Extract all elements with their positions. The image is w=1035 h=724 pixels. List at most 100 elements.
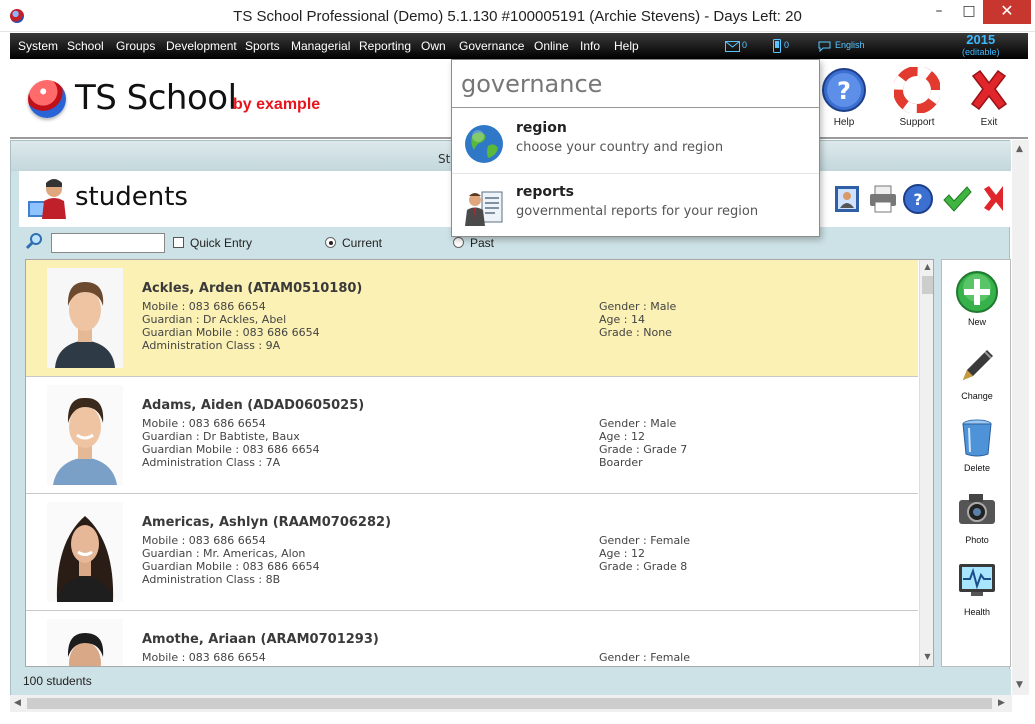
mail-icon[interactable] <box>725 41 740 52</box>
page-title: students <box>75 182 188 212</box>
student-guardian: Guardian : Mr. Americas, Alon <box>142 547 306 560</box>
printer-icon[interactable] <box>867 183 899 215</box>
student-mobile: Mobile : 083 686 6654 <box>142 417 266 430</box>
year-value: 2015 <box>966 32 996 47</box>
quick-entry-label: Quick Entry <box>190 236 253 250</box>
window-vertical-scrollbar[interactable]: ▲ ▼ <box>1012 140 1029 695</box>
student-row[interactable]: Americas, Ashlyn (RAAM0706282) Mobile : … <box>26 494 918 611</box>
student-guardian-mobile: Guardian Mobile : 083 686 6654 <box>142 326 320 339</box>
cancel-x-icon[interactable] <box>981 183 1003 215</box>
chat-icon[interactable] <box>818 41 831 52</box>
reports-title: reports <box>516 184 574 200</box>
student-boarder: Boarder <box>599 456 643 469</box>
dropdown-item-reports[interactable]: reports governmental reports for your re… <box>452 173 819 235</box>
search-icon <box>25 233 42 250</box>
support-button[interactable]: Support <box>887 67 947 128</box>
checkmark-icon[interactable] <box>941 183 973 215</box>
student-row[interactable]: Ackles, Arden (ATAM0510180) Mobile : 083… <box>26 260 918 377</box>
past-label: Past <box>470 236 495 250</box>
menu-own[interactable]: Own <box>421 39 446 53</box>
menu-groups[interactable]: Groups <box>116 39 155 53</box>
photo-label: Photo <box>965 535 989 545</box>
region-title: region <box>516 120 567 136</box>
horizontal-scroll-thumb[interactable] <box>27 698 992 709</box>
menu-development[interactable]: Development <box>166 39 237 53</box>
delete-button[interactable]: Delete <box>942 416 1012 473</box>
student-age: Age : 12 <box>599 547 645 560</box>
menu-help[interactable]: Help <box>614 39 639 53</box>
menu-governance[interactable]: Governance <box>459 39 524 53</box>
health-button[interactable]: Health <box>942 560 1012 617</box>
outer-scroll-left-icon[interactable]: ◀ <box>14 698 21 708</box>
dropdown-title: governance <box>461 70 603 98</box>
health-label: Health <box>963 607 990 617</box>
status-bar: 100 students <box>11 669 1011 695</box>
student-row[interactable]: Adams, Aiden (ADAD0605025) Mobile : 083 … <box>26 377 918 494</box>
current-radio[interactable] <box>325 237 336 248</box>
student-grade: Grade : Grade 7 <box>599 443 688 456</box>
student-row[interactable]: Amothe, Ariaan (ARAM0701293) Mobile : 08… <box>26 611 918 666</box>
actions-panel: New Change Delete Photo Health <box>941 259 1011 667</box>
outer-scroll-right-icon[interactable]: ▶ <box>998 698 1005 708</box>
minimize-button[interactable]: – <box>924 0 954 24</box>
scroll-up-arrow-icon[interactable]: ▲ <box>920 262 933 271</box>
phone-icon[interactable] <box>773 39 781 53</box>
globe-icon <box>465 125 503 163</box>
student-count: 100 students <box>23 674 92 688</box>
photo-album-icon[interactable] <box>831 183 863 215</box>
governance-dropdown: governance region choose your country an… <box>451 59 820 237</box>
lifebuoy-icon <box>894 67 940 113</box>
menu-info[interactable]: Info <box>580 39 600 53</box>
reports-icon <box>465 191 503 226</box>
quick-entry-checkbox[interactable] <box>173 237 184 248</box>
search-input[interactable] <box>51 233 165 253</box>
student-age: Age : 12 <box>599 430 645 443</box>
menu-online[interactable]: Online <box>534 39 569 53</box>
new-button[interactable]: New <box>942 270 1012 327</box>
menu-sports[interactable]: Sports <box>245 39 280 53</box>
photo-button[interactable]: Photo <box>942 488 1012 545</box>
logo-text: TS School <box>75 78 237 118</box>
outer-scroll-up-icon[interactable]: ▲ <box>1016 144 1023 154</box>
student-gender: Gender : Male <box>599 300 677 313</box>
student-stats: Gender : Male Age : 14 Grade : None <box>599 300 676 339</box>
list-scroll-thumb[interactable] <box>922 276 933 294</box>
exit-x-icon <box>970 69 1008 111</box>
student-class: Administration Class : 7A <box>142 456 281 469</box>
help-button[interactable]: ? Help <box>814 67 874 128</box>
student-guardian: Guardian : Dr Babtiste, Baux <box>142 430 300 443</box>
student-name: Americas, Ashlyn (RAAM0706282) <box>142 515 392 530</box>
change-button[interactable]: Change <box>942 344 1012 401</box>
student-grade: Grade : Grade 8 <box>599 560 688 573</box>
close-window-button[interactable]: ✕ <box>983 0 1031 24</box>
list-scrollbar[interactable]: ▲ ▼ <box>919 260 933 666</box>
student-class: Administration Class : 8B <box>142 573 281 586</box>
language-selector[interactable]: English <box>835 40 865 50</box>
maximize-button[interactable]: □ <box>954 0 984 24</box>
heart-monitor-icon <box>959 564 995 596</box>
student-gender: Gender : Female <box>599 534 691 547</box>
menu-school[interactable]: School <box>67 39 104 53</box>
student-details: Mobile : 083 686 6654 Guardian : Dr Babt… <box>142 417 320 469</box>
support-label: Support <box>899 117 935 128</box>
menu-bar: System School Groups Development Sports … <box>10 33 1028 59</box>
student-name: Adams, Aiden (ADAD0605025) <box>142 398 365 413</box>
exit-button[interactable]: Exit <box>959 67 1019 128</box>
academic-year[interactable]: 2015 (editable) <box>962 32 1000 58</box>
current-label: Current <box>342 236 383 250</box>
student-class: Administration Class : 9A <box>142 339 281 352</box>
window-horizontal-scrollbar[interactable]: ◀ ▶ <box>10 695 1012 712</box>
dropdown-item-region[interactable]: region choose your country and region <box>452 110 819 172</box>
student-photo <box>47 619 123 666</box>
menu-managerial[interactable]: Managerial <box>291 39 350 53</box>
logo-ball-icon <box>28 80 66 118</box>
menu-system[interactable]: System <box>18 39 58 53</box>
students-icon <box>28 179 66 219</box>
past-radio[interactable] <box>453 237 464 248</box>
outer-scroll-down-icon[interactable]: ▼ <box>1016 680 1023 690</box>
student-stats: Gender : Female Age : 12 Grade : Grade 8 <box>599 534 690 573</box>
student-stats: Gender : Male Age : 12 Grade : Grade 7 B… <box>599 417 687 469</box>
help-circle-icon[interactable]: ? <box>902 183 934 215</box>
menu-reporting[interactable]: Reporting <box>359 39 411 53</box>
scroll-down-arrow-icon[interactable]: ▼ <box>920 652 933 661</box>
